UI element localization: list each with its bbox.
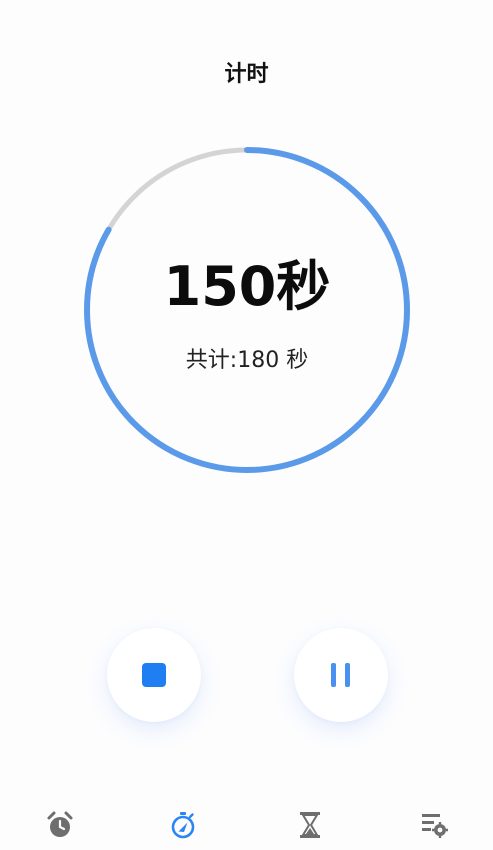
stop-icon xyxy=(142,663,166,687)
pause-button[interactable] xyxy=(294,628,388,722)
nav-item-stopwatch[interactable] xyxy=(163,810,203,844)
pause-icon-bar xyxy=(345,663,350,687)
stopwatch-icon xyxy=(171,812,195,839)
nav-item-countdown[interactable] xyxy=(290,810,330,844)
remaining-time: 150秒 xyxy=(163,255,331,318)
settings-list-icon xyxy=(422,814,448,838)
stop-button[interactable] xyxy=(107,628,201,722)
hourglass-icon xyxy=(300,812,320,838)
alarm-clock-icon xyxy=(47,811,73,837)
total-time: 共计:180 秒 xyxy=(185,348,309,373)
nav-item-alarm[interactable] xyxy=(40,810,80,844)
nav-item-settings[interactable] xyxy=(414,810,454,844)
bottom-navigation xyxy=(0,810,493,844)
timer-ring: 150秒 共计:180 秒 xyxy=(84,147,410,473)
page-title: 计时 xyxy=(224,62,269,87)
pause-icon xyxy=(331,663,336,687)
